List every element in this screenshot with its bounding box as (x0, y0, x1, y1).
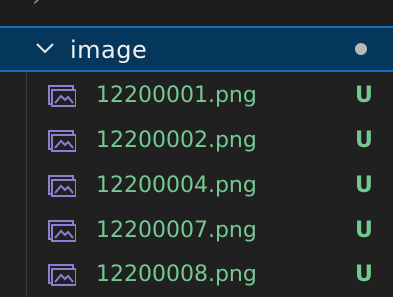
folder-row-image[interactable]: image (0, 26, 393, 72)
file-name: 12200001.png (96, 83, 257, 108)
file-name: 12200008.png (96, 262, 257, 287)
git-status-untracked: U (355, 218, 373, 243)
git-status-untracked: U (355, 128, 373, 153)
file-name: 12200004.png (96, 173, 257, 198)
file-name: 12200002.png (96, 128, 257, 153)
image-file-icon (48, 264, 76, 286)
image-file-icon (48, 85, 76, 107)
git-status-untracked: U (355, 83, 373, 108)
file-row[interactable]: 12200008.png U (0, 253, 393, 297)
image-file-icon (48, 130, 76, 152)
image-file-icon (48, 175, 76, 197)
git-status-untracked: U (355, 173, 373, 198)
file-row[interactable]: 12200007.png U (0, 209, 393, 253)
file-row[interactable]: 12200001.png U (0, 74, 393, 118)
previous-folder-row-partial[interactable]: › (0, 0, 393, 26)
file-row[interactable]: 12200002.png U (0, 119, 393, 163)
image-file-icon (48, 220, 76, 242)
file-explorer: › image 12200001.png U 12200002.png U (0, 0, 393, 297)
modified-dot-icon (355, 43, 367, 55)
folder-name: image (70, 36, 148, 64)
file-name: 12200007.png (96, 218, 257, 243)
file-row[interactable]: 12200004.png U (0, 164, 393, 208)
chevron-down-icon[interactable] (34, 37, 56, 59)
git-status-untracked: U (355, 262, 373, 287)
chevron-right-icon: › (32, 0, 42, 12)
